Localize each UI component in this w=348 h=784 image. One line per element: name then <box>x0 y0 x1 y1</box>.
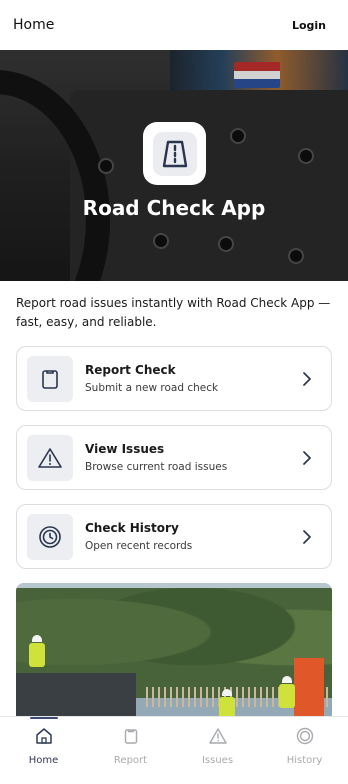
tab-issues[interactable]: Issues <box>174 717 261 784</box>
hero-banner: Road Check App <box>0 50 348 281</box>
tab-history[interactable]: History <box>261 717 348 784</box>
clipboard-icon <box>27 355 73 402</box>
intro-text: Report road issues instantly with Road C… <box>16 296 331 329</box>
tab-label: Home <box>28 755 59 766</box>
worker-helmet <box>282 676 292 683</box>
chevron-right-icon <box>297 529 317 544</box>
history-icon <box>27 513 73 560</box>
app-name: Road Check App <box>82 196 266 220</box>
check-history-card[interactable]: Check History Open recent records <box>16 504 332 569</box>
photo-worker <box>279 684 295 708</box>
roadwork-photo <box>16 583 332 723</box>
card-title: Report Check <box>85 363 176 377</box>
chevron-right-icon <box>297 371 317 386</box>
tab-label: Report <box>113 755 148 766</box>
card-subtitle: Submit a new road check <box>85 382 219 394</box>
bottom-nav: Home Report Issues History <box>0 716 348 784</box>
home-icon <box>35 727 53 749</box>
photo-worker <box>29 643 45 667</box>
warning-icon <box>208 727 227 749</box>
app-logo <box>143 122 206 185</box>
road-icon <box>152 131 197 176</box>
worker-helmet <box>222 689 232 696</box>
history-icon <box>296 727 314 749</box>
tab-home[interactable]: Home <box>0 717 87 784</box>
card-subtitle: Open recent records <box>85 540 193 552</box>
top-app-bar: Home Login <box>0 0 348 50</box>
report-check-card[interactable]: Report Check Submit a new road check <box>16 346 332 411</box>
card-subtitle: Browse current road issues <box>85 461 228 473</box>
clipboard-icon <box>122 727 140 749</box>
card-title: Check History <box>85 521 179 535</box>
tab-label: History <box>286 755 323 766</box>
photo-excavator <box>294 658 324 718</box>
active-tab-indicator <box>29 717 58 719</box>
chevron-right-icon <box>297 450 317 465</box>
worker-helmet <box>32 635 42 642</box>
card-title: View Issues <box>85 442 165 456</box>
login-button[interactable]: Login <box>292 19 326 32</box>
page-title: Home <box>13 17 55 33</box>
warning-icon <box>27 434 73 481</box>
tab-label: Issues <box>201 755 234 766</box>
tab-report[interactable]: Report <box>87 717 174 784</box>
view-issues-card[interactable]: View Issues Browse current road issues <box>16 425 332 490</box>
